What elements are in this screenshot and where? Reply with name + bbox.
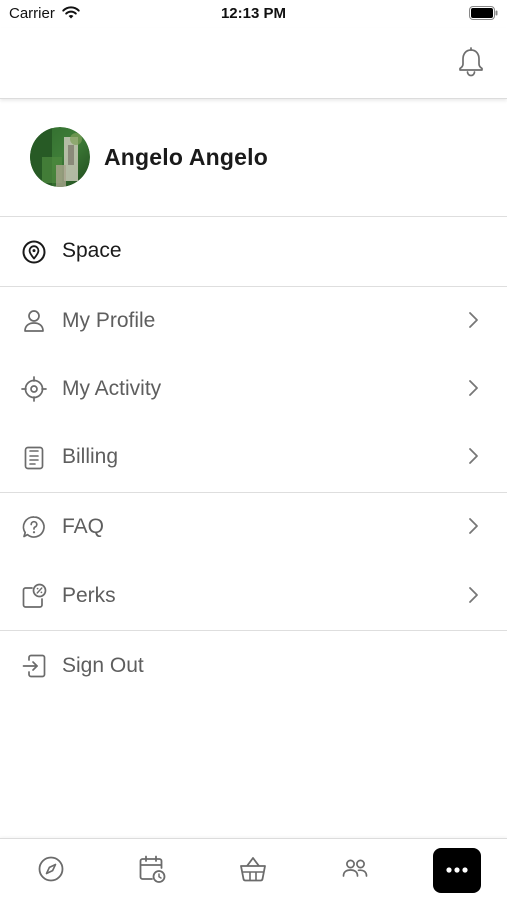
menu-item-label: Perks — [62, 584, 116, 607]
more-icon — [446, 867, 468, 873]
menu-item-label: FAQ — [62, 515, 105, 538]
crosshair-icon — [21, 376, 47, 402]
chevron-right-icon — [469, 380, 478, 396]
menu-item-label: Space — [62, 239, 122, 262]
more-tab-button[interactable] — [433, 848, 481, 893]
menu-item-space[interactable]: Space — [0, 217, 507, 286]
menu-item-label: Sign Out — [62, 654, 144, 677]
menu-item-faq[interactable]: FAQ — [0, 493, 507, 562]
document-icon — [24, 446, 44, 470]
menu-item-label: My Profile — [62, 309, 156, 332]
people-icon[interactable] — [339, 853, 371, 885]
avatar — [30, 127, 90, 187]
menu-item-my-activity[interactable]: My Activity — [0, 355, 507, 423]
status-bar: Carrier 12:13 PM — [0, 0, 507, 28]
chevron-right-icon — [469, 518, 478, 534]
menu-item-perks[interactable]: Perks — [0, 562, 507, 630]
percent-coupon-icon — [22, 583, 47, 608]
question-bubble-icon — [22, 516, 45, 538]
tab-bar — [0, 838, 507, 901]
menu-item-my-profile[interactable]: My Profile — [0, 287, 507, 355]
battery-icon — [469, 6, 498, 20]
sign-out-icon — [22, 654, 46, 678]
menu-item-billing[interactable]: Billing — [0, 423, 507, 492]
chevron-right-icon — [469, 312, 478, 328]
profile-name: Angelo Angelo — [104, 144, 269, 170]
profile-header[interactable]: Angelo Angelo — [0, 99, 507, 217]
menu-item-label: My Activity — [62, 377, 162, 400]
chevron-right-icon — [469, 587, 478, 603]
clock-label: 12:13 PM — [220, 5, 287, 22]
bell-icon[interactable] — [456, 46, 486, 78]
basket-icon[interactable] — [237, 853, 269, 885]
chevron-right-icon — [469, 448, 478, 464]
calendar-clock-icon[interactable] — [136, 853, 168, 885]
menu-item-label: Billing — [62, 445, 119, 468]
compass-icon[interactable] — [35, 853, 67, 885]
menu-item-sign-out[interactable]: Sign Out — [0, 631, 507, 701]
top-bar — [0, 28, 507, 99]
location-pin-icon — [22, 240, 46, 264]
person-icon — [24, 310, 44, 332]
